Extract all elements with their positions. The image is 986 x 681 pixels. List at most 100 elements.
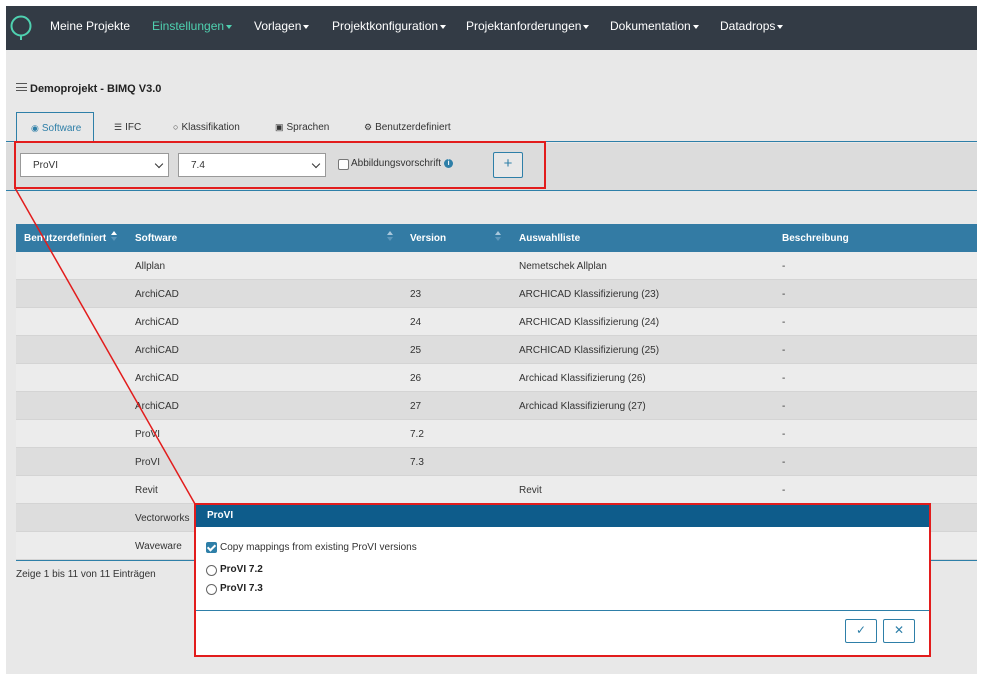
- col-benutzerdefiniert[interactable]: Benutzerdefiniert: [24, 233, 106, 244]
- custom-icon: ⚙: [364, 122, 373, 132]
- table-row[interactable]: ProVI 7.3 -: [16, 448, 977, 476]
- software-icon: ◉: [31, 123, 39, 133]
- classification-icon: ○: [173, 122, 179, 132]
- cell-list: Nemetschek Allplan: [519, 261, 607, 272]
- software-select[interactable]: ProVI: [20, 153, 169, 177]
- cell-version: 27: [410, 401, 422, 412]
- info-icon[interactable]: i: [444, 159, 454, 168]
- add-button[interactable]: +: [493, 152, 523, 178]
- cell-version: 24: [410, 317, 422, 328]
- caret-down-icon: [777, 24, 784, 29]
- nav-projektanforderungen[interactable]: Projektanforderungen: [466, 19, 590, 33]
- logo-icon[interactable]: [9, 14, 33, 40]
- tab-software[interactable]: ◉ Software: [16, 112, 95, 143]
- dialog-divider: [196, 610, 929, 611]
- table-row[interactable]: ArchiCAD 23 ARCHICAD Klassifizierung (23…: [16, 280, 977, 308]
- caret-down-icon: [440, 24, 447, 29]
- mapping-checkbox[interactable]: [338, 159, 349, 170]
- cell-desc: -: [782, 289, 786, 300]
- cell-desc: -: [782, 429, 786, 440]
- table-header: Benutzerdefiniert Software Version Auswa…: [16, 224, 977, 252]
- copy-mappings-checkbox[interactable]: [206, 542, 217, 553]
- check-icon: ✓: [855, 623, 867, 637]
- tab-benutzerdefiniert[interactable]: ⚙ Benutzerdefiniert: [364, 122, 451, 133]
- cell-software: ArchiCAD: [135, 289, 179, 300]
- close-icon: ✕: [893, 623, 905, 637]
- table-row[interactable]: ArchiCAD 25 ARCHICAD Klassifizierung (25…: [16, 336, 977, 364]
- page-title: Demoprojekt - BIMQ V3.0: [16, 83, 161, 95]
- project-title-text: Demoprojekt - BIMQ V3.0: [30, 83, 162, 95]
- cell-software: Waveware: [135, 541, 182, 552]
- table-row[interactable]: ArchiCAD 27 Archicad Klassifizierung (27…: [16, 392, 977, 420]
- nav-meine-projekte[interactable]: Meine Projekte: [50, 19, 130, 33]
- cell-list: Archicad Klassifizierung (26): [519, 373, 646, 384]
- table-row[interactable]: ArchiCAD 26 Archicad Klassifizierung (26…: [16, 364, 977, 392]
- cell-list: ARCHICAD Klassifizierung (23): [519, 289, 660, 300]
- cell-software: ProVI: [135, 429, 161, 440]
- nav-datadrops[interactable]: Datadrops: [720, 19, 784, 33]
- cell-desc: -: [782, 401, 786, 412]
- cell-software: Allplan: [135, 261, 166, 272]
- table-row[interactable]: ArchiCAD 24 ARCHICAD Klassifizierung (24…: [16, 308, 977, 336]
- nav-vorlagen[interactable]: Vorlagen: [254, 19, 310, 33]
- caret-down-icon: [303, 24, 310, 29]
- radio-provi-7-3[interactable]: [206, 584, 217, 595]
- radio-provi-7-2[interactable]: [206, 565, 217, 576]
- table-row[interactable]: Revit Revit -: [16, 476, 977, 504]
- cell-list: Archicad Klassifizierung (27): [519, 401, 646, 412]
- chevron-down-icon: [154, 159, 164, 169]
- cell-software: ArchiCAD: [135, 401, 179, 412]
- cell-version: 25: [410, 345, 422, 356]
- cell-software: Revit: [135, 485, 158, 496]
- nav-einstellungen[interactable]: Einstellungen: [152, 19, 233, 33]
- sort-icon[interactable]: [111, 231, 118, 243]
- tab-klassifikation[interactable]: ○ Klassifikation: [173, 122, 240, 133]
- top-navigation: Meine Projekte Einstellungen Vorlagen Pr…: [6, 6, 977, 50]
- version-select-value: 7.4: [191, 160, 205, 171]
- tab-bar: ◉ Software ☰ IFC ○ Klassifikation ▣ Sprachen…: [6, 112, 977, 143]
- cell-desc: -: [782, 345, 786, 356]
- cell-software: ArchiCAD: [135, 345, 179, 356]
- confirm-button[interactable]: ✓: [845, 619, 877, 643]
- nav-dokumentation[interactable]: Dokumentation: [610, 19, 699, 33]
- col-auswahlliste[interactable]: Auswahlliste: [519, 233, 580, 244]
- version-select[interactable]: 7.4: [178, 153, 326, 177]
- dialog-title: ProVI: [196, 505, 929, 527]
- provi-dialog: ProVI Copy mappings from existing ProVI …: [196, 505, 929, 655]
- tab-sprachen[interactable]: ▣ Sprachen: [275, 122, 329, 133]
- cell-desc: -: [782, 373, 786, 384]
- cell-list: ARCHICAD Klassifizierung (25): [519, 345, 660, 356]
- mapping-label: Abbildungsvorschrift i: [351, 158, 454, 169]
- table-info: Zeige 1 bis 11 von 11 Einträgen: [16, 569, 156, 580]
- software-select-value: ProVI: [33, 160, 59, 171]
- caret-down-icon: [692, 24, 699, 29]
- caret-down-icon: [226, 24, 233, 29]
- cell-software: ArchiCAD: [135, 317, 179, 328]
- nav-projektkonfiguration[interactable]: Projektkonfiguration: [332, 19, 447, 33]
- table-row[interactable]: Allplan Nemetschek Allplan -: [16, 252, 977, 280]
- cell-software: ArchiCAD: [135, 373, 179, 384]
- cell-version: 7.3: [410, 457, 424, 468]
- table-row[interactable]: ProVI 7.2 -: [16, 420, 977, 448]
- col-beschreibung[interactable]: Beschreibung: [782, 233, 849, 244]
- menu-icon[interactable]: [16, 83, 27, 91]
- cancel-button[interactable]: ✕: [883, 619, 915, 643]
- cell-desc: -: [782, 317, 786, 328]
- radio-label-provi-7-3: ProVI 7.3: [220, 583, 263, 594]
- sort-icon[interactable]: [387, 231, 394, 243]
- caret-down-icon: [583, 24, 590, 29]
- cell-version: 23: [410, 289, 422, 300]
- chevron-down-icon: [311, 159, 321, 169]
- cell-version: 7.2: [410, 429, 424, 440]
- cell-desc: -: [782, 261, 786, 272]
- ifc-icon: ☰: [114, 122, 123, 132]
- tab-ifc[interactable]: ☰ IFC: [114, 122, 141, 133]
- cell-list: ARCHICAD Klassifizierung (24): [519, 317, 660, 328]
- cell-version: 26: [410, 373, 422, 384]
- sort-icon[interactable]: [495, 231, 502, 243]
- cell-desc: -: [782, 485, 786, 496]
- cell-desc: -: [782, 457, 786, 468]
- col-version[interactable]: Version: [410, 233, 446, 244]
- col-software[interactable]: Software: [135, 233, 177, 244]
- cell-list: Revit: [519, 485, 542, 496]
